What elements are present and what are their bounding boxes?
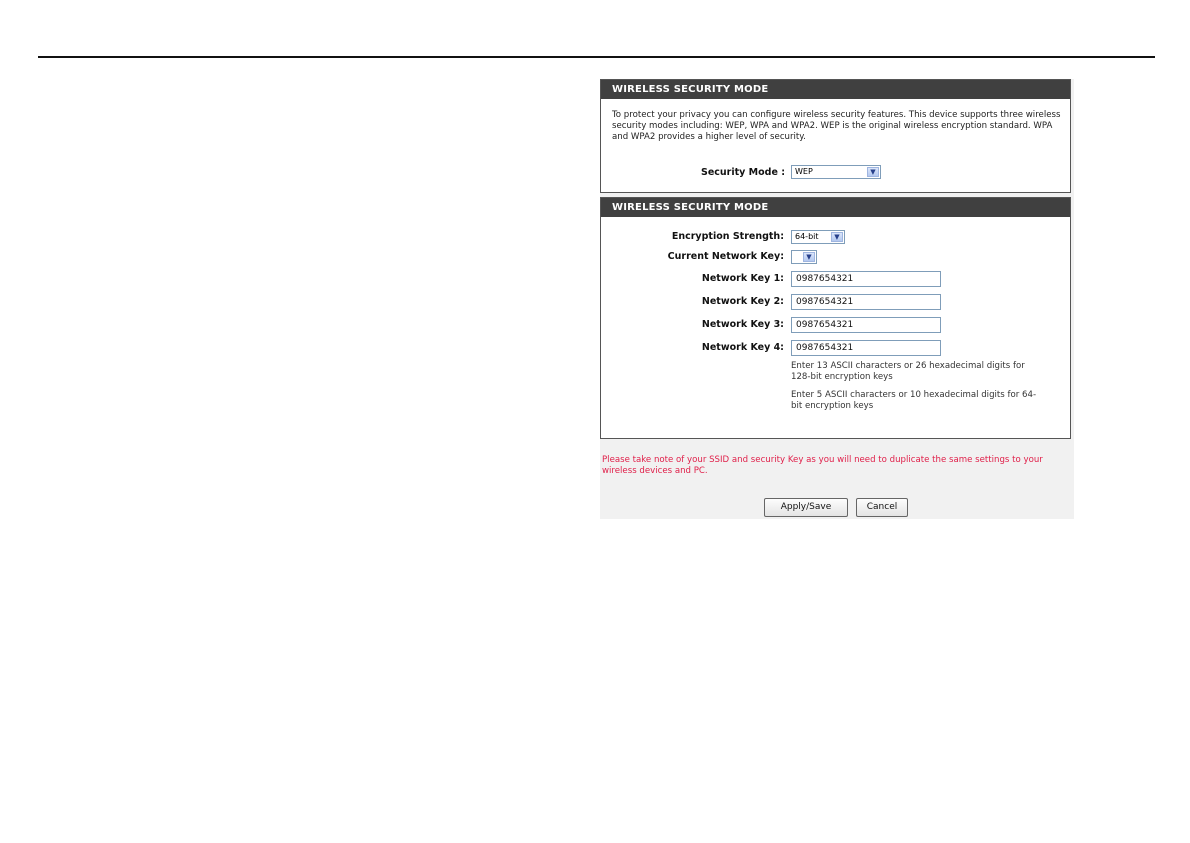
section-header: WIRELESS SECURITY MODE [601,80,1070,99]
ssid-key-note: Please take note of your SSID and securi… [602,455,1043,476]
chevron-down-icon[interactable]: ▼ [831,232,843,242]
network-key-4-label: Network Key 4: [701,342,784,353]
security-mode-value: WEP [795,167,813,176]
encryption-strength-value: 64-bit [795,232,819,241]
apply-save-button[interactable]: Apply/Save [764,498,848,517]
security-mode-select[interactable]: WEP ▼ [791,165,881,179]
network-key-4-input[interactable] [791,340,941,356]
chevron-down-icon[interactable]: ▼ [867,167,879,177]
network-key-1-input[interactable] [791,271,941,287]
security-mode-label: Security Mode : [701,167,785,178]
cancel-button[interactable]: Cancel [856,498,908,517]
network-key-2-input[interactable] [791,294,941,310]
hint-64-bit: Enter 5 ASCII characters or 10 hexadecim… [791,390,1037,411]
current-network-key-select[interactable]: ▼ [791,250,817,264]
security-mode-section: WIRELESS SECURITY MODE To protect your p… [600,79,1071,193]
network-key-3-input[interactable] [791,317,941,333]
hint-128-bit: Enter 13 ASCII characters or 26 hexadeci… [791,361,1025,382]
chevron-down-icon[interactable]: ▼ [803,252,815,262]
network-key-1-label: Network Key 1: [701,273,784,284]
encryption-strength-select[interactable]: 64-bit ▼ [791,230,845,244]
top-rule [38,56,1155,58]
intro-text: To protect your privacy you can configur… [612,110,1061,142]
current-network-key-label: Current Network Key: [667,251,784,262]
network-key-2-label: Network Key 2: [701,296,784,307]
encryption-strength-label: Encryption Strength: [671,231,784,242]
settings-panel: WIRELESS SECURITY MODE To protect your p… [600,79,1074,519]
wep-settings-section: WIRELESS SECURITY MODE Encryption Streng… [600,197,1071,439]
network-key-3-label: Network Key 3: [701,319,784,330]
section-header: WIRELESS SECURITY MODE [601,198,1070,217]
